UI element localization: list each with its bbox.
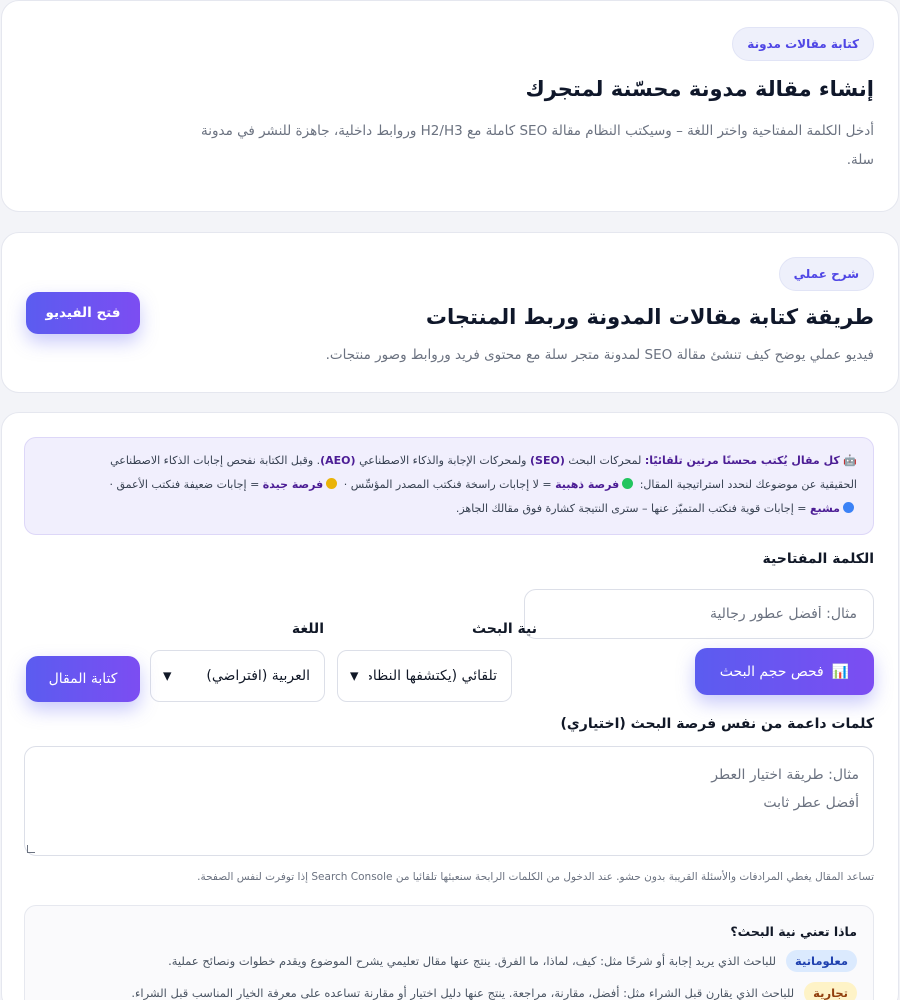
- intent-help-title: ماذا تعني نية البحث؟: [730, 924, 857, 939]
- supporting-placeholder-line2: أفضل عطر ثابت: [763, 795, 859, 811]
- intent-help-box: ماذا تعني نية البحث؟ معلوماتية للباحث ال…: [24, 905, 874, 1000]
- green-dot-icon: [622, 478, 634, 489]
- article-form-card: 🤖 كل مقال يُكتب محسنًا مرتين تلقائيًا: ل…: [1, 412, 899, 1000]
- chevron-down-icon: ▼: [163, 669, 172, 683]
- info-text: الحقيقية عن موضوعك لنحدد استراتيجية المق…: [639, 478, 857, 491]
- info-text: لمحركات البحث: [564, 454, 645, 467]
- supporting-help-text: تساعد المقال يغطي المرادفات والأسئلة الق…: [197, 871, 874, 883]
- robot-icon: 🤖: [843, 454, 857, 467]
- video-title: طريقة كتابة مقالات المدونة وربط المنتجات: [425, 305, 874, 329]
- commercial-badge: تجارية: [804, 982, 857, 1000]
- write-article-button[interactable]: كتابة المقال: [26, 656, 140, 702]
- informational-badge: معلوماتية: [786, 950, 857, 972]
- aeo-tag: (AEO): [320, 454, 356, 467]
- language-select-value: العربية (افتراضي): [206, 668, 310, 684]
- info-line-1: 🤖 كل مقال يُكتب محسنًا مرتين تلقائيًا: ل…: [41, 449, 857, 473]
- intent-label: نية البحث: [471, 621, 537, 637]
- seo-tag: (SEO): [530, 454, 565, 467]
- info-text: = إجابات ضعيفة فنكتب الأعمق ·: [109, 478, 263, 491]
- intent-select[interactable]: تلقائي (يكتشفها النظام) ▼: [337, 650, 512, 702]
- info-line-3: مشبع = إجابات قوية فنكتب المتميّز عنها –…: [41, 497, 857, 521]
- info-text: = لا إجابات راسخة فنكتب المصدر المؤسِّس …: [343, 478, 556, 491]
- language-select[interactable]: العربية (افتراضي) ▼: [150, 650, 325, 702]
- blue-dot-icon: [843, 502, 854, 513]
- intro-description: أدخل الكلمة المفتاحية واختر اللغة – وسيك…: [114, 117, 874, 175]
- language-label: اللغة: [291, 621, 324, 637]
- chevron-down-icon: ▼: [350, 669, 359, 683]
- keyword-input[interactable]: [524, 589, 874, 639]
- info-lead: كل مقال يُكتب محسنًا مرتين تلقائيًا:: [644, 454, 840, 467]
- informational-text: للباحث الذي يريد إجابة أو شرحًا مثل: كيف…: [168, 954, 777, 968]
- supporting-keywords-textarea[interactable]: مثال: طريقة اختيار العطر أفضل عطر ثابت: [24, 746, 874, 856]
- keyword-label: الكلمة المفتاحية: [762, 551, 874, 567]
- chart-icon: 📊: [831, 663, 850, 680]
- info-line-2: الحقيقية عن موضوعك لنحدد استراتيجية المق…: [41, 473, 857, 497]
- section-pill: كتابة مقالات مدونة: [732, 27, 874, 61]
- saturated-label: مشبع: [809, 502, 840, 515]
- intro-description-line2: سلة.: [846, 152, 874, 168]
- intro-description-line1: أدخل الكلمة المفتاحية واختر اللغة – وسيك…: [200, 123, 874, 139]
- search-volume-label: فحص حجم البحث: [719, 663, 824, 680]
- good-opportunity-label: فرصة جيدة: [262, 478, 324, 491]
- open-video-button[interactable]: فتح الفيديو: [26, 292, 140, 334]
- info-text: = إجابات قوية فنكتب المتميّز عنها – سترى…: [455, 502, 810, 515]
- page-title: إنشاء مقالة مدونة محسّنة لمتجرك: [525, 77, 874, 101]
- supporting-placeholder-line1: مثال: طريقة اختيار العطر: [711, 767, 859, 783]
- info-text: ولمحركات الإجابة والذكاء الاصطناعي: [355, 454, 530, 467]
- yellow-dot-icon: [326, 478, 338, 489]
- intro-card: كتابة مقالات مدونة إنشاء مقالة مدونة محس…: [1, 0, 899, 212]
- video-description: فيديو عملي يوضح كيف تنشئ مقالة SEO لمدون…: [325, 347, 874, 363]
- intent-row-commercial: تجارية للباحث الذي يقارن قبل الشراء مثل:…: [131, 982, 857, 1000]
- intent-row-informational: معلوماتية للباحث الذي يريد إجابة أو شرحً…: [168, 950, 857, 972]
- commercial-text: للباحث الذي يقارن قبل الشراء مثل: أفضل، …: [131, 986, 795, 1000]
- supporting-keywords-label: كلمات داعمة من نفس فرصة البحث (اختياري): [560, 716, 874, 732]
- video-pill: شرح عملي: [778, 257, 874, 291]
- gold-opportunity-label: فرصة ذهبية: [555, 478, 620, 491]
- resize-handle-icon[interactable]: [27, 845, 35, 853]
- info-text: . وقبل الكتابة نفحص إجابات الذكاء الاصطن…: [110, 454, 321, 467]
- search-volume-button[interactable]: 📊 فحص حجم البحث: [695, 648, 874, 695]
- video-card: شرح عملي طريقة كتابة مقالات المدونة وربط…: [1, 232, 899, 393]
- optimization-info-box: 🤖 كل مقال يُكتب محسنًا مرتين تلقائيًا: ل…: [24, 437, 874, 535]
- intent-select-value: تلقائي (يكتشفها النظام): [369, 668, 497, 684]
